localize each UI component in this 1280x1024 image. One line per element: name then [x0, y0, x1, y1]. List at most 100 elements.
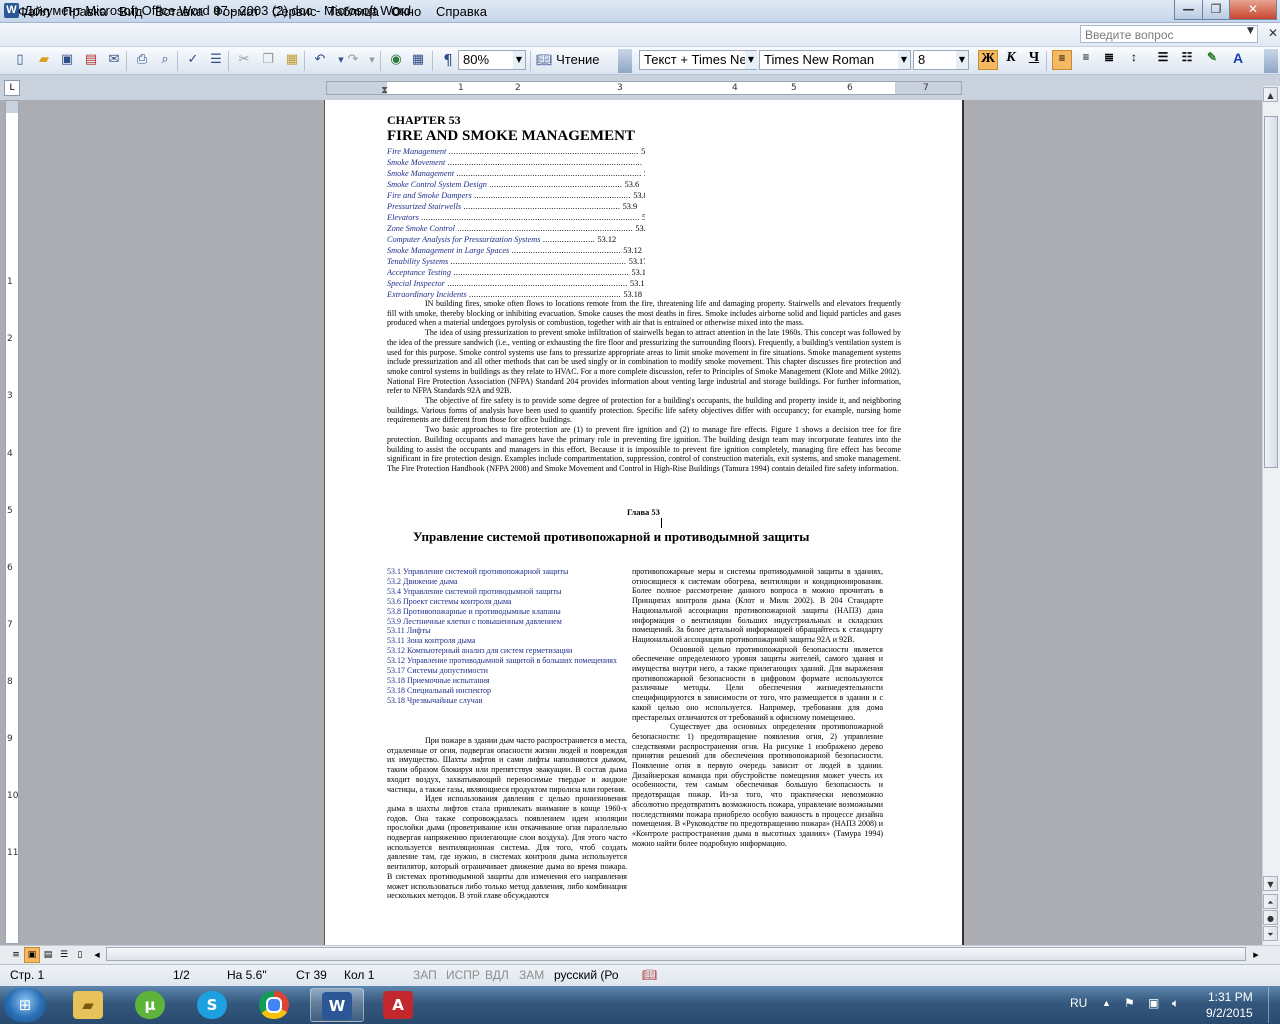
tab-selector-icon[interactable]: L — [4, 80, 20, 96]
volume-icon[interactable]: 🔈︎ — [1172, 996, 1179, 1011]
clock-date[interactable]: 9/2/2015 — [1206, 1006, 1253, 1020]
redo-icon[interactable]: ↷ — [345, 52, 361, 68]
next-page-icon[interactable]: ⏷ — [1263, 926, 1278, 941]
help-dropdown-icon[interactable]: ▼ — [1247, 26, 1254, 36]
show-hidden-icons-icon[interactable]: ▲ — [1102, 998, 1111, 1008]
status-extend[interactable]: ВДЛ — [485, 968, 509, 982]
scroll-left-icon[interactable]: ◀ — [89, 947, 105, 963]
research-icon[interactable]: ☰ — [208, 52, 224, 68]
vertical-ruler[interactable]: 1 2 3 4 5 6 7 8 9 10 11 — [5, 100, 19, 944]
outline-view-icon[interactable]: ☰ — [56, 947, 72, 963]
scroll-down-icon[interactable]: ▼ — [1263, 876, 1278, 891]
print-view-icon[interactable]: ▤ — [40, 947, 56, 963]
toc-entry[interactable]: Smoke Control System Design ............… — [387, 179, 645, 190]
toolbar-options-icon[interactable] — [618, 49, 632, 73]
toc-entry[interactable]: Tenability Systems .....................… — [387, 256, 645, 267]
normal-view-icon[interactable]: ≡ — [8, 947, 24, 963]
ru-toc-entry[interactable]: 53.12 Компьютерный анализ для систем гер… — [387, 646, 627, 656]
scroll-up-icon[interactable]: ▲ — [1263, 87, 1278, 102]
toolbar-options-icon[interactable] — [1264, 49, 1278, 73]
toc-label[interactable]: Smoke Control System Design — [387, 180, 487, 189]
menu-file[interactable]: Файл — [18, 4, 50, 19]
chevron-down-icon[interactable]: ▼ — [513, 51, 525, 69]
toc-entry[interactable]: Computer Analysis for Pressurization Sys… — [387, 234, 645, 245]
highlight-icon[interactable]: ✎ — [1202, 50, 1222, 70]
taskbar-chrome[interactable] — [248, 988, 302, 1022]
print-icon[interactable]: ⎙ — [134, 52, 150, 68]
browse-object-icon[interactable]: ● — [1263, 910, 1278, 925]
toc-label[interactable]: Smoke Movement — [387, 158, 445, 167]
hyperlink-icon[interactable]: ◉ — [388, 52, 404, 68]
toc-entry[interactable]: Acceptance Testing .....................… — [387, 267, 645, 278]
ru-toc-entry[interactable]: 53.11 Лифты — [387, 626, 627, 636]
menu-view[interactable]: Вид — [119, 4, 143, 19]
undo-icon[interactable]: ↶ — [312, 52, 328, 68]
horizontal-scroll-thumb[interactable] — [106, 947, 1246, 961]
toc-label[interactable]: Smoke Management in Large Spaces — [387, 246, 509, 255]
taskbar-word[interactable]: W — [310, 988, 364, 1022]
print-preview-icon[interactable]: ⌕ — [157, 52, 173, 68]
menu-insert[interactable]: Вставка — [155, 4, 203, 19]
toc-label[interactable]: Extraordinary Incidents — [387, 290, 467, 299]
clock-time[interactable]: 1:31 PM — [1208, 990, 1253, 1004]
close-document-icon[interactable]: ✕ — [1268, 26, 1278, 40]
new-document-icon[interactable]: ▯ — [12, 52, 28, 68]
bullets-icon[interactable]: ☷ — [1177, 50, 1197, 70]
toc-entry[interactable]: Fire and Smoke Dampers .................… — [387, 190, 645, 201]
ru-toc-entry[interactable]: 53.18 Специальный инспектор — [387, 686, 627, 696]
toc-entry[interactable]: Pressurized Stairwells .................… — [387, 201, 645, 212]
language-indicator[interactable]: RU — [1070, 996, 1087, 1010]
font-color-icon[interactable]: A — [1228, 50, 1248, 70]
taskbar-acrobat[interactable]: A — [372, 988, 426, 1022]
toc-label[interactable]: Zone Smoke Control — [387, 224, 455, 233]
spelling-icon[interactable]: ✓ — [185, 52, 201, 68]
toc-entry[interactable]: Fire Management ........................… — [387, 146, 645, 157]
ru-toc-entry[interactable]: 53.1 Управление системой противопожарной… — [387, 567, 627, 577]
save-icon[interactable]: ▣ — [59, 52, 75, 68]
status-rec[interactable]: ЗАП — [413, 968, 437, 982]
spelling-status-icon[interactable]: 📖︎ — [642, 968, 657, 982]
italic-button[interactable]: К — [1001, 50, 1021, 70]
menu-help[interactable]: Справка — [436, 4, 487, 19]
table-icon[interactable]: ▦ — [410, 52, 426, 68]
email-icon[interactable]: ✉ — [106, 52, 122, 68]
style-select[interactable]: Текст + Times New — [639, 50, 757, 70]
toc-entry[interactable]: Zone Smoke Control .....................… — [387, 223, 645, 234]
toc-label[interactable]: Pressurized Stairwells — [387, 202, 461, 211]
close-button[interactable]: ✕ — [1229, 0, 1277, 20]
maximize-button[interactable]: ❐ — [1202, 0, 1230, 20]
font-select[interactable]: Times New Roman — [759, 50, 911, 70]
horizontal-ruler[interactable]: 1 2 3 4 5 6 7 — [326, 81, 962, 95]
toc-label[interactable]: Fire and Smoke Dampers — [387, 191, 472, 200]
toc-label[interactable]: Acceptance Testing — [387, 268, 451, 277]
toc-entry[interactable]: Smoke Movement .........................… — [387, 157, 645, 168]
scroll-right-icon[interactable]: ▶ — [1248, 947, 1264, 963]
align-center-icon[interactable]: ≡ — [1076, 50, 1096, 70]
document-page[interactable]: CHAPTER 53 FIRE AND SMOKE MANAGEMENT Fir… — [324, 100, 964, 945]
toc-label[interactable]: Tenability Systems — [387, 257, 448, 266]
cut-icon[interactable]: ✂ — [236, 52, 252, 68]
menu-window[interactable]: Окно — [391, 4, 421, 19]
previous-page-icon[interactable]: ⏶ — [1263, 894, 1278, 909]
ru-toc-entry[interactable]: 53.18 Приемочные испытания — [387, 676, 627, 686]
flag-icon[interactable]: ⚑ — [1124, 996, 1135, 1010]
permission-icon[interactable]: ▤ — [83, 52, 99, 68]
toc-entry[interactable]: Smoke Management in Large Spaces .......… — [387, 245, 645, 256]
web-view-icon[interactable]: ▣ — [24, 947, 40, 963]
ru-toc-entry[interactable]: 53.11 Зона контроля дыма — [387, 636, 627, 646]
ru-toc-entry[interactable]: 53.4 Управление системой противодымной з… — [387, 587, 627, 597]
numbering-icon[interactable]: ☰ — [1153, 50, 1173, 70]
word-app-icon[interactable]: W — [4, 3, 19, 18]
status-overtype[interactable]: ЗАМ — [519, 968, 544, 982]
toc-label[interactable]: Computer Analysis for Pressurization Sys… — [387, 235, 541, 244]
indent-marker-icon[interactable]: ⧗ — [381, 85, 388, 96]
align-justify-icon[interactable]: ≣ — [1099, 50, 1119, 70]
menu-tools[interactable]: Сервис — [272, 4, 317, 19]
chevron-down-icon[interactable]: ▼ — [956, 51, 968, 69]
toc-entry[interactable]: Special Inspector ......................… — [387, 278, 645, 289]
bold-button[interactable]: Ж — [978, 50, 998, 70]
toc-label[interactable]: Elevators — [387, 213, 419, 222]
start-button[interactable]: ⊞ — [4, 988, 46, 1022]
chevron-down-icon[interactable]: ▼ — [898, 51, 910, 69]
help-search-input[interactable]: Введите вопрос — [1080, 25, 1258, 43]
